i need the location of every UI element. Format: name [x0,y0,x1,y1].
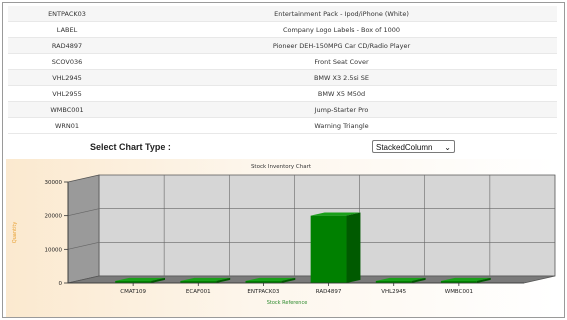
stock-code-cell: SCOV036 [8,53,126,70]
table-row: RAD4897 Pioneer DEH-150MPG Car CD/Radio P… [8,37,557,54]
stock-code-cell: RAD4897 [8,37,126,54]
stock-description-cell: BMW X3 2.5si SE [126,69,557,86]
stock-code-cell: LABEL [8,21,126,38]
page-frame: ENTPACK03 Entertainment Pack - Ipod/iPhon… [2,2,565,318]
x-tick-label: WMBC001 [445,289,473,295]
x-tick-label: CMAT109 [120,289,146,295]
stock-chart-panel: Stock Inventory Chart Quantity Stock Ref… [6,159,556,317]
stock-code-cell: VHL2955 [8,85,126,102]
stock-code-cell: ENTPACK03 [8,6,126,22]
chart-type-select[interactable]: StackedColumn ⌄ [372,140,455,153]
stock-description-cell: Front Seat Cover [126,53,557,70]
table-row: WMBC001 Jump-Starter Pro [8,101,557,118]
stock-code-cell: WRN01 [8,117,126,134]
stock-code-cell: WMBC001 [8,101,126,118]
chart-type-selector-row: Select Chart Type : StackedColumn ⌄ [8,137,557,157]
x-tick-label: ECAF001 [186,289,211,295]
table-row: VHL2945 BMW X3 2.5si SE [8,69,557,86]
stock-code-cell: VHL2945 [8,69,126,86]
chart-side-wall [67,174,100,284]
y-tick-label: 0 [59,281,63,287]
chart-type-selected-value: StackedColumn [376,143,433,152]
chart-y-axis-label: Quantity [12,222,18,244]
stock-table-body: ENTPACK03 Entertainment Pack - Ipod/iPhon… [8,6,557,134]
table-row: WRN01 Warning Triangle [8,117,557,134]
x-tick-label: RAD4897 [316,289,342,295]
chart-x-axis-label: Stock Reference [267,300,308,306]
stock-description-cell: Entertainment Pack - Ipod/iPhone (White) [126,6,557,22]
chart-plot-area: 0 10000 20000 30000 CMAT109 ECAF001 ENTPACK03 R… [45,174,556,295]
chart-bar-side [346,212,361,283]
chart-title: Stock Inventory Chart [251,164,312,170]
chart-bar [310,215,347,283]
x-tick-label: VHL2945 [381,289,406,295]
y-tick-label: 30000 [45,180,63,186]
stock-description-cell: Pioneer DEH-150MPG Car CD/Radio Player [126,37,557,54]
x-tick-label: ENTPACK03 [247,289,280,295]
stock-description-cell: BMW X5 M50d [126,85,557,102]
stock-description-cell: Jump-Starter Pro [126,101,557,118]
chevron-down-icon: ⌄ [444,143,451,152]
stock-table: ENTPACK03 Entertainment Pack - Ipod/iPhon… [8,6,557,134]
table-row: LABEL Company Logo Labels - Box of 1000 [8,21,557,38]
stock-inventory-chart: Stock Inventory Chart Quantity Stock Ref… [6,159,556,317]
y-tick-label: 20000 [45,214,63,220]
chart-type-label: Select Chart Type : [90,142,171,152]
table-row: ENTPACK03 Entertainment Pack - Ipod/iPhon… [8,6,557,22]
stock-description-cell: Warning Triangle [126,117,557,134]
y-tick-label: 10000 [45,247,63,253]
table-row: SCOV036 Front Seat Cover [8,53,557,70]
table-row: VHL2955 BMW X5 M50d [8,85,557,102]
stock-description-cell: Company Logo Labels - Box of 1000 [126,21,557,38]
